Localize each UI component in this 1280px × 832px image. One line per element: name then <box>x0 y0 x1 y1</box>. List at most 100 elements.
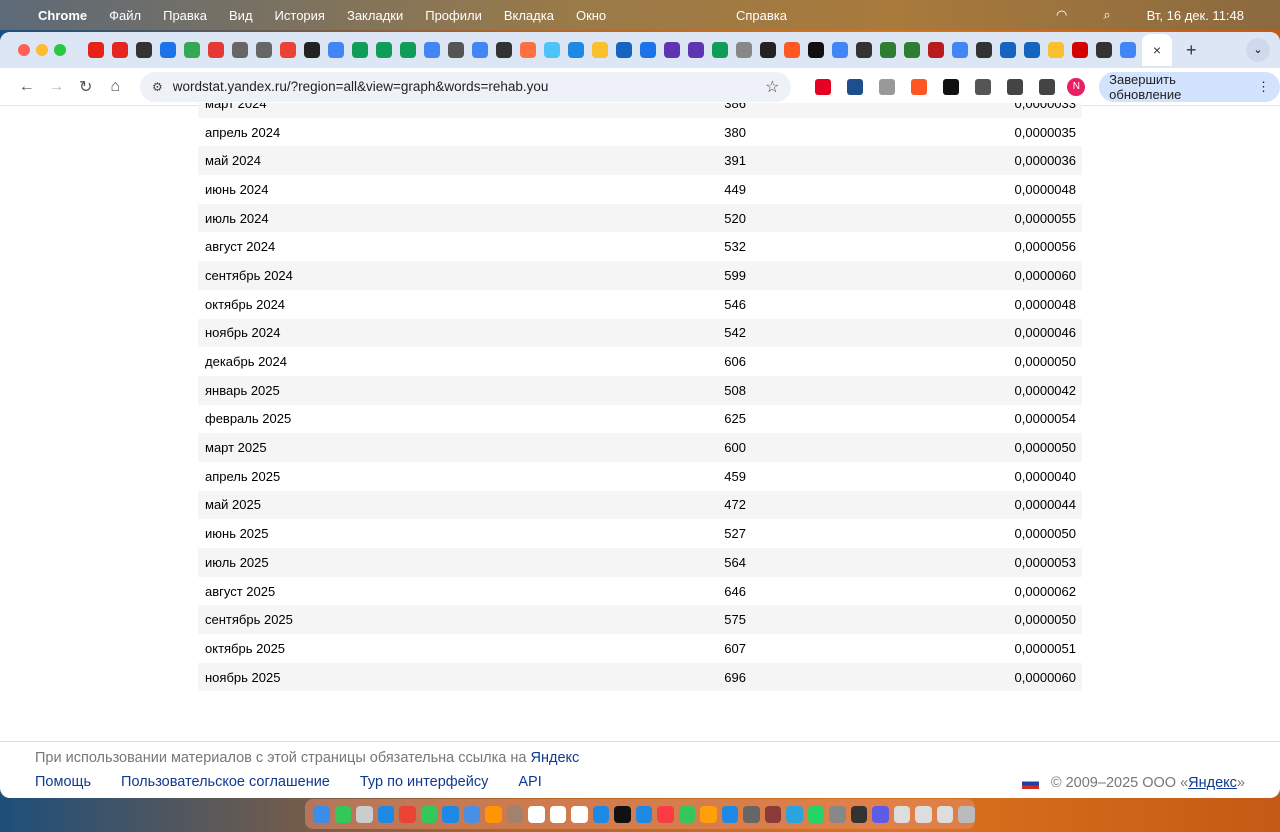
menu-window[interactable]: Окно <box>576 8 606 23</box>
dock-app-icon[interactable] <box>592 805 610 823</box>
dock-app-icon[interactable] <box>313 805 330 823</box>
zoom-window-button[interactable] <box>54 44 66 56</box>
dock-app-icon[interactable] <box>700 805 717 823</box>
back-button[interactable]: ← <box>12 78 42 96</box>
pinned-tab-favicon-icon[interactable] <box>904 42 920 58</box>
pinned-tab-favicon-icon[interactable] <box>496 42 512 58</box>
extension-icon[interactable] <box>879 78 896 95</box>
reload-button[interactable]: ↻ <box>71 77 101 97</box>
pinned-tab-favicon-icon[interactable] <box>856 42 872 58</box>
pinned-tab-favicon-icon[interactable] <box>1000 42 1016 58</box>
pinned-tab-favicon-icon[interactable] <box>1072 42 1088 58</box>
pinned-tab-favicon-icon[interactable] <box>928 42 944 58</box>
pinned-tab-favicon-icon[interactable] <box>88 42 104 58</box>
pinned-tab-favicon-icon[interactable] <box>976 42 992 58</box>
site-info-icon[interactable]: ⚙ <box>152 80 163 94</box>
pinned-tab-favicon-icon[interactable] <box>1120 42 1136 58</box>
extension-icon[interactable] <box>911 78 928 95</box>
tab-search-button[interactable]: ⌄ <box>1246 38 1270 62</box>
help-link[interactable]: Помощь <box>35 774 91 790</box>
wifi-icon[interactable]: ◠ <box>1056 7 1067 23</box>
dock-app-icon[interactable] <box>485 805 502 823</box>
dock-app-icon[interactable] <box>635 805 653 823</box>
pinned-tab-favicon-icon[interactable] <box>784 42 800 58</box>
pinned-tab-favicon-icon[interactable] <box>952 42 968 58</box>
menu-edit[interactable]: Правка <box>163 8 207 23</box>
pinned-tab-favicon-icon[interactable] <box>184 42 200 58</box>
pinned-tab-favicon-icon[interactable] <box>328 42 344 58</box>
dock-app-icon[interactable] <box>506 805 524 823</box>
dock-app-icon[interactable] <box>850 805 868 823</box>
pinned-tab-favicon-icon[interactable] <box>160 42 176 58</box>
dock-app-icon[interactable] <box>614 805 631 823</box>
dock-app-icon[interactable] <box>829 805 846 823</box>
pinned-tab-favicon-icon[interactable] <box>280 42 296 58</box>
pinned-tab-favicon-icon[interactable] <box>832 42 848 58</box>
bookmark-star-icon[interactable]: ☆ <box>765 77 779 97</box>
clock[interactable]: Вт, 16 дек. 11:48 <box>1147 8 1244 23</box>
dock-app-icon[interactable] <box>463 805 481 823</box>
user-agreement-link[interactable]: Пользовательское соглашение <box>121 774 330 790</box>
pinned-tab-favicon-icon[interactable] <box>688 42 704 58</box>
profile-avatar[interactable]: N <box>1067 77 1086 96</box>
extension-icon[interactable] <box>975 78 992 95</box>
dock-app-icon[interactable] <box>571 805 588 823</box>
more-menu-icon[interactable]: ⋮ <box>1257 79 1270 95</box>
search-icon[interactable]: ⌕ <box>1103 7 1110 23</box>
menu-view[interactable]: Вид <box>229 8 253 23</box>
pinned-tab-favicon-icon[interactable] <box>376 42 392 58</box>
pinned-tab-favicon-icon[interactable] <box>232 42 248 58</box>
finish-update-button[interactable]: Завершить обновление ⋮ <box>1099 71 1280 102</box>
dock-app-icon[interactable] <box>958 805 975 823</box>
active-tab[interactable]: × <box>1142 34 1172 66</box>
extension-icon[interactable] <box>847 78 864 95</box>
dock-app-icon[interactable] <box>786 805 803 823</box>
russia-flag-icon[interactable] <box>1021 777 1039 789</box>
dock-app-icon[interactable] <box>915 805 932 823</box>
pinned-tab-favicon-icon[interactable] <box>304 42 320 58</box>
dock-app-icon[interactable] <box>807 805 825 823</box>
api-link[interactable]: API <box>518 774 541 790</box>
dock-app-icon[interactable] <box>893 805 911 823</box>
dock-app-icon[interactable] <box>764 805 782 823</box>
pinned-tab-favicon-icon[interactable] <box>640 42 656 58</box>
menu-app-name[interactable]: Chrome <box>38 8 87 23</box>
dock-app-icon[interactable] <box>399 805 416 823</box>
yandex-company-link[interactable]: Яндекс <box>1188 775 1237 791</box>
pinned-tab-favicon-icon[interactable] <box>592 42 608 58</box>
dock-app-icon[interactable] <box>528 805 545 823</box>
pinned-tab-favicon-icon[interactable] <box>400 42 416 58</box>
pinned-tab-favicon-icon[interactable] <box>1024 42 1040 58</box>
address-bar[interactable]: ⚙ wordstat.yandex.ru/?region=all&view=gr… <box>140 71 792 102</box>
pinned-tab-favicon-icon[interactable] <box>448 42 464 58</box>
pinned-tab-favicon-icon[interactable] <box>352 42 368 58</box>
pinned-tab-favicon-icon[interactable] <box>880 42 896 58</box>
pinned-tab-favicon-icon[interactable] <box>760 42 776 58</box>
pinned-tab-favicon-icon[interactable] <box>544 42 560 58</box>
extension-icon[interactable] <box>1039 78 1056 95</box>
dock-app-icon[interactable] <box>442 805 459 823</box>
menu-file[interactable]: Файл <box>109 8 141 23</box>
dock-app-icon[interactable] <box>678 805 696 823</box>
menu-profiles[interactable]: Профили <box>425 8 482 23</box>
forward-button[interactable]: → <box>42 78 72 96</box>
pinned-tab-favicon-icon[interactable] <box>1096 42 1112 58</box>
pinned-tab-favicon-icon[interactable] <box>1048 42 1064 58</box>
dock-app-icon[interactable] <box>549 805 567 823</box>
close-tab-icon[interactable]: × <box>1153 42 1161 58</box>
pinned-tab-favicon-icon[interactable] <box>664 42 680 58</box>
pinned-tab-favicon-icon[interactable] <box>616 42 632 58</box>
extension-icon[interactable] <box>943 78 960 95</box>
extension-icon[interactable] <box>815 78 832 95</box>
pinned-tab-favicon-icon[interactable] <box>808 42 824 58</box>
interface-tour-link[interactable]: Тур по интерфейсу <box>360 774 488 790</box>
pinned-tab-favicon-icon[interactable] <box>472 42 488 58</box>
new-tab-button[interactable]: + <box>1186 40 1197 61</box>
home-button[interactable]: ⌂ <box>101 78 131 96</box>
pinned-tab-favicon-icon[interactable] <box>712 42 728 58</box>
pinned-tab-favicon-icon[interactable] <box>520 42 536 58</box>
dock-app-icon[interactable] <box>743 805 760 823</box>
pinned-tab-favicon-icon[interactable] <box>736 42 752 58</box>
menu-bookmarks[interactable]: Закладки <box>347 8 403 23</box>
dock-app-icon[interactable] <box>334 805 352 823</box>
